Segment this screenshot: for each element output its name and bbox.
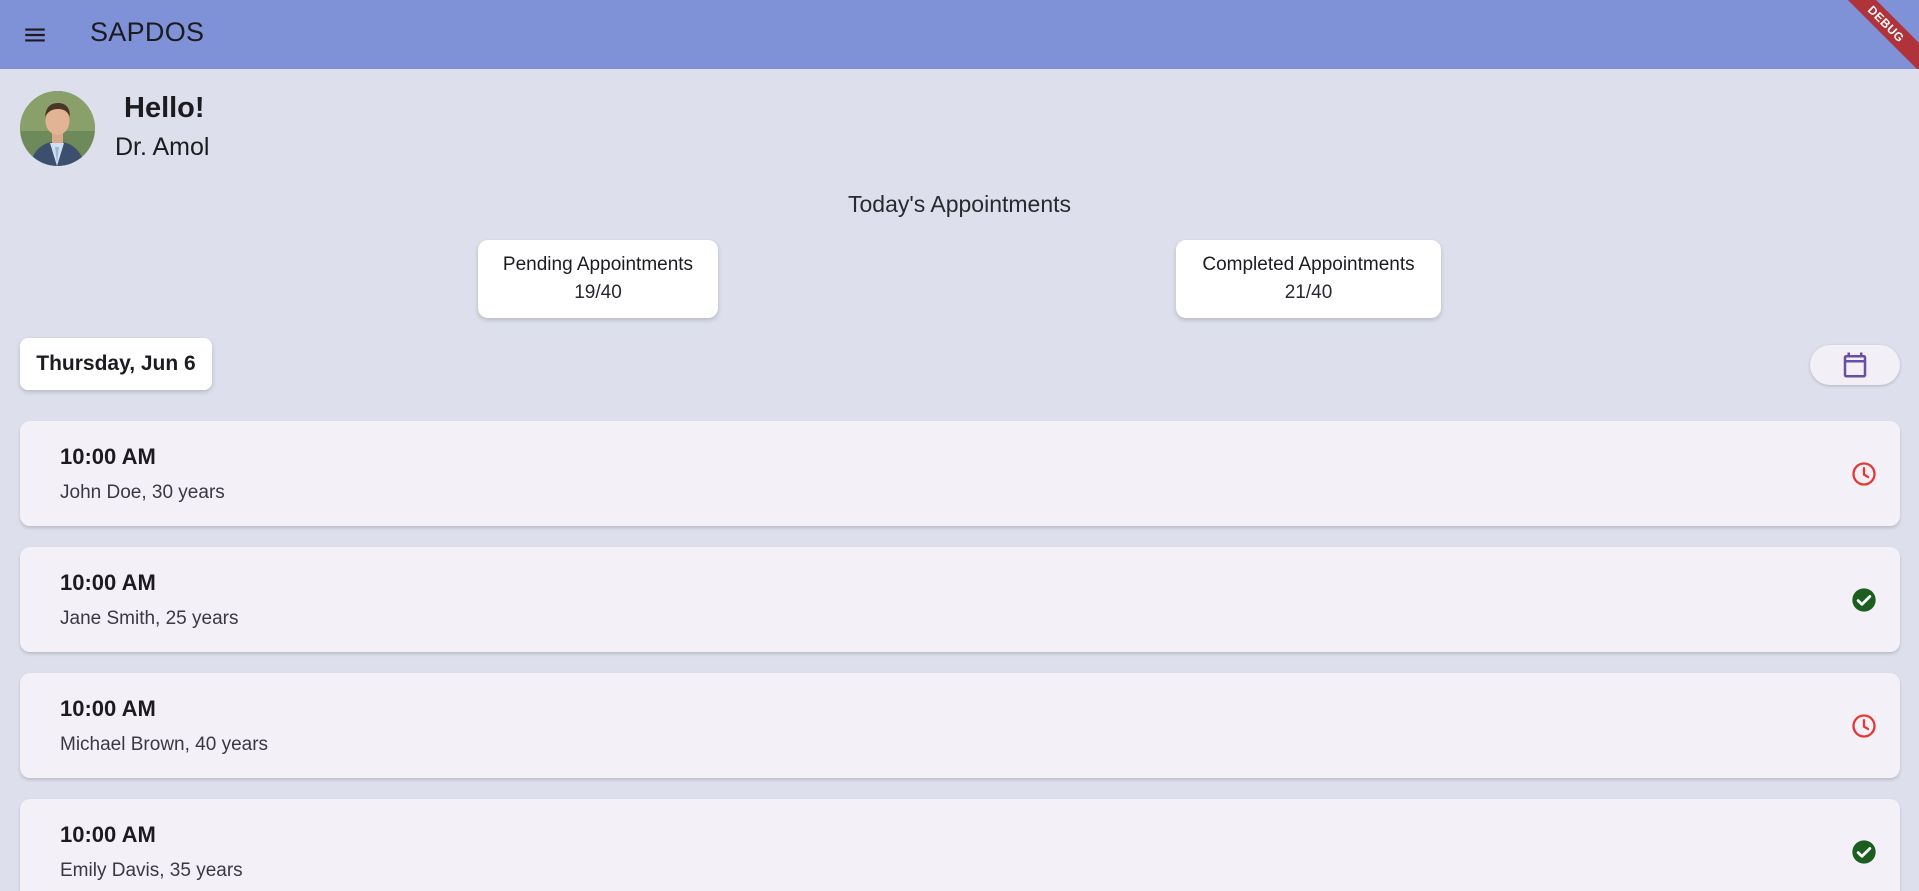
pending-appointments-label: Pending Appointments: [502, 254, 694, 275]
completed-appointments-label: Completed Appointments: [1202, 254, 1415, 275]
doctor-avatar: [20, 91, 95, 166]
completed-appointments-count: 21/40: [1284, 282, 1333, 303]
completed-appointments-card[interactable]: Completed Appointments 21/40: [1176, 240, 1441, 318]
menu-icon: [25, 28, 45, 42]
appointment-patient: Emily Davis, 35 years: [60, 860, 243, 881]
menu-button[interactable]: [16, 16, 54, 54]
selected-date[interactable]: Thursday, Jun 6: [20, 338, 212, 390]
appointment-time: 10:00 AM: [60, 570, 156, 595]
doctor-name: Dr. Amol: [115, 133, 210, 161]
appointment-time: 10:00 AM: [60, 696, 156, 721]
appointment-patient: Jane Smith, 25 years: [60, 608, 239, 629]
debug-banner: DEBUG: [1825, 0, 1919, 69]
appointment-patient: John Doe, 30 years: [60, 482, 225, 503]
appointment-card[interactable]: 10:00 AM Michael Brown, 40 years: [20, 673, 1900, 778]
appointment-card[interactable]: 10:00 AM John Doe, 30 years: [20, 421, 1900, 526]
pending-appointments-card[interactable]: Pending Appointments 19/40: [478, 240, 718, 318]
calendar-icon: [1843, 352, 1867, 378]
check-circle-icon: [1850, 586, 1878, 614]
appointment-patient: Michael Brown, 40 years: [60, 734, 269, 755]
app-bar: SAPDOS DEBUG: [0, 0, 1919, 69]
check-circle-icon: [1850, 838, 1878, 866]
app-title: SAPDOS: [90, 17, 205, 47]
todays-appointments-title: Today's Appointments: [847, 191, 1072, 217]
appointment-time: 10:00 AM: [60, 822, 156, 847]
clock-icon: [1850, 712, 1878, 740]
calendar-button[interactable]: [1810, 345, 1900, 385]
appointment-time: 10:00 AM: [60, 444, 156, 469]
appointment-card[interactable]: 10:00 AM Jane Smith, 25 years: [20, 547, 1900, 652]
appointment-card[interactable]: 10:00 AM Emily Davis, 35 years: [20, 799, 1900, 891]
greeting-text: Hello!: [124, 92, 205, 124]
pending-appointments-count: 19/40: [574, 282, 622, 303]
clock-icon: [1850, 460, 1878, 488]
